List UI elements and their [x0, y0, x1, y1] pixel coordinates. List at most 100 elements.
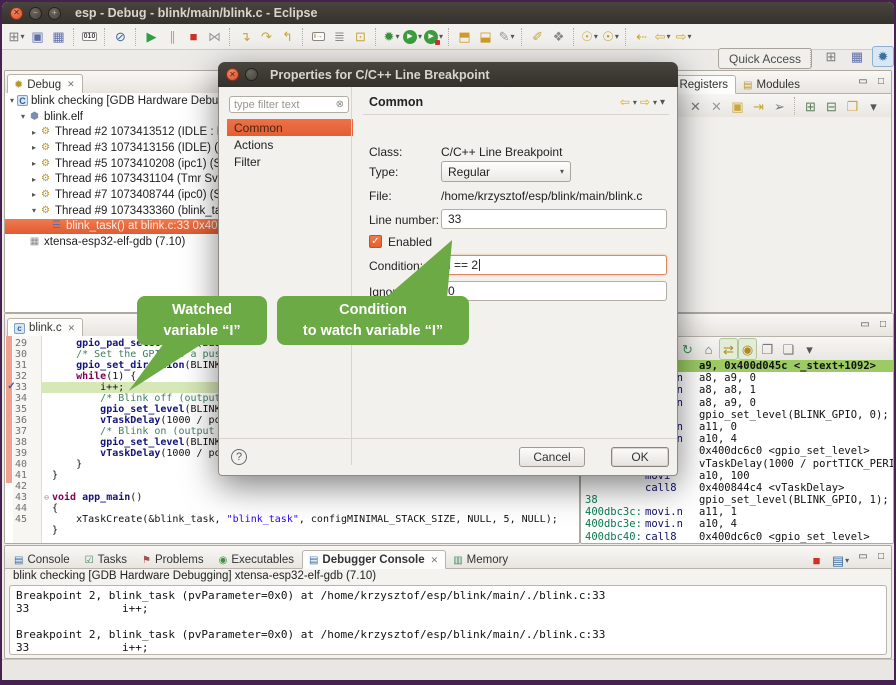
add-register-group-icon[interactable]: ▣: [727, 95, 748, 117]
highlight-icon[interactable]: ✐: [527, 26, 548, 48]
chevron-down-icon[interactable]: ▾: [666, 32, 670, 41]
minimize-icon[interactable]: ▭: [858, 317, 872, 331]
marker-icon[interactable]: ✎▾: [496, 26, 517, 48]
tab-debugger-console[interactable]: ▤Debugger Console✕: [302, 550, 446, 569]
last-edit-icon[interactable]: ⇠: [631, 26, 652, 48]
layout-2-icon[interactable]: ❏: [778, 338, 799, 360]
tab-memory[interactable]: ▥Memory: [446, 550, 516, 569]
chevron-down-icon[interactable]: ▾: [653, 98, 657, 107]
twistie-icon[interactable]: ▾: [7, 96, 17, 105]
twistie-icon[interactable]: ▾: [18, 112, 28, 121]
open-type-icon[interactable]: ☉▾: [579, 26, 600, 48]
open-project-icon[interactable]: ⬓: [475, 26, 496, 48]
debug-tree-row[interactable]: ▦xtensa-esp32-elf-gdb (7.10): [5, 234, 231, 250]
save-all-icon[interactable]: ▦: [48, 26, 69, 48]
ok-button[interactable]: OK: [611, 447, 669, 467]
collapse-all-icon[interactable]: ⊟: [821, 95, 842, 117]
external-tools-icon[interactable]: ▶▾: [423, 26, 444, 48]
disassembly-line[interactable]: call80x400844c4 <vTaskDelay>: [581, 482, 893, 494]
skip-all-breakpoints-icon[interactable]: ⊘: [110, 26, 131, 48]
maximize-icon[interactable]: +: [48, 7, 61, 20]
debug-launch-icon[interactable]: ✹▾: [381, 26, 402, 48]
tab-debug[interactable]: ✹ Debug ✕: [7, 74, 83, 94]
binary-view-icon[interactable]: 010: [79, 26, 100, 48]
track-expression-icon[interactable]: ◉: [738, 338, 757, 360]
tab-tasks[interactable]: ☑Tasks: [78, 550, 135, 569]
disassembly-line[interactable]: 38gpio_set_level(BLINK_GPIO, 1);: [581, 494, 893, 506]
minimize-icon[interactable]: [245, 68, 258, 81]
chevron-down-icon[interactable]: ▾: [633, 98, 637, 107]
breakpoint-icon[interactable]: ✓: [5, 381, 18, 393]
layout-1-icon[interactable]: ❐: [757, 338, 778, 360]
code-line[interactable]: 45 xTaskCreate(&blink_task, "blink_task"…: [13, 514, 579, 525]
remove-selected-icon[interactable]: ✕: [685, 95, 706, 117]
debug-tree-row[interactable]: ▾⬢blink.elf: [5, 109, 231, 125]
dialog-nav-actions[interactable]: Actions: [227, 136, 353, 153]
debug-tree-row[interactable]: ▸⚙Thread #5 1073410208 (ipc1) (Susp: [5, 156, 231, 172]
minimize-icon[interactable]: −: [29, 7, 42, 20]
twistie-icon[interactable]: ▸: [29, 159, 39, 168]
debug-tree-row[interactable]: ▸⚙Thread #2 1073413512 (IDLE : Runn: [5, 124, 231, 140]
debug-tree-row[interactable]: ▸⚙Thread #6 1073431104 (Tmr Svc) (S: [5, 171, 231, 187]
tab-modules[interactable]: ▤Modules: [736, 75, 808, 94]
chevron-down-icon[interactable]: ▾: [615, 32, 619, 41]
twistie-icon[interactable]: ▸: [29, 190, 39, 199]
twistie-icon[interactable]: ▸: [29, 128, 39, 137]
new-wizard-icon[interactable]: ⊞▾: [6, 26, 27, 48]
debug-tree-row[interactable]: ▸⚙Thread #3 1073413156 (IDLE) (Susp: [5, 140, 231, 156]
console-output[interactable]: Breakpoint 2, blink_task (pvParameter=0x…: [9, 585, 887, 655]
back-icon[interactable]: ⇦▾: [652, 26, 673, 48]
dialog-nav-filter[interactable]: Filter: [227, 153, 353, 170]
chevron-down-icon[interactable]: ▾: [687, 32, 691, 41]
tab-blink-c[interactable]: c blink.c ✕: [7, 318, 83, 337]
twistie-icon[interactable]: ▸: [29, 175, 39, 184]
open-perspective-icon[interactable]: ⊞: [820, 46, 842, 67]
close-icon[interactable]: ✕: [68, 323, 76, 334]
disassembly-line[interactable]: 400dbc3e:movi.na10, 4: [581, 518, 893, 530]
minimize-icon[interactable]: ▭: [856, 549, 870, 563]
code-line[interactable]: 44{: [13, 503, 579, 514]
type-dropdown[interactable]: Regular ▾: [441, 161, 571, 182]
debug-tree-row[interactable]: ▾⚙Thread #9 1073433360 (blink_task: [5, 203, 231, 219]
save-icon[interactable]: ▣: [27, 26, 48, 48]
close-icon[interactable]: ✕: [10, 7, 23, 20]
twistie-icon[interactable]: ▸: [29, 143, 39, 152]
instruction-stepping-icon[interactable]: i→: [308, 26, 329, 48]
step-into-icon[interactable]: ↴: [235, 26, 256, 48]
chevron-down-icon[interactable]: ▾: [845, 556, 849, 565]
disassembly-line[interactable]: 400dbc40:call80x400dc6c0 <gpio_set_level…: [581, 531, 893, 543]
debug-tree-row[interactable]: ▾Cblink checking [GDB Hardware Debug: [5, 93, 231, 109]
forward-icon[interactable]: ⇨▾: [673, 26, 694, 48]
forward-icon[interactable]: ⇨: [640, 95, 650, 109]
twistie-icon[interactable]: ▾: [29, 206, 39, 215]
step-return-icon[interactable]: ↰: [277, 26, 298, 48]
cancel-button[interactable]: Cancel: [519, 447, 585, 467]
disconnect-icon[interactable]: ⋈: [204, 26, 225, 48]
chevron-down-icon[interactable]: ▾: [594, 32, 598, 41]
debug-tree-row[interactable]: ▸⚙Thread #7 1073408744 (ipc0) (Susp: [5, 187, 231, 203]
chevron-down-icon[interactable]: ▾: [20, 32, 24, 41]
trace-icon[interactable]: ⊡: [350, 26, 371, 48]
open-console-icon[interactable]: ▤▾: [830, 549, 851, 571]
toggle-mark-icon[interactable]: ❖: [548, 26, 569, 48]
maximize-icon[interactable]: □: [874, 549, 888, 563]
step-over-icon[interactable]: ↷: [256, 26, 277, 48]
cpp-perspective-icon[interactable]: ▦: [846, 46, 868, 67]
close-icon[interactable]: ✕: [67, 79, 75, 90]
tab-problems[interactable]: ⚑Problems: [135, 550, 212, 569]
open-folder-icon[interactable]: ⬒: [454, 26, 475, 48]
debug-tree-row[interactable]: ☰blink_task() at blink.c:33 0x400db: [5, 219, 231, 235]
select-pointer-icon[interactable]: ➢: [769, 95, 790, 117]
tab-console[interactable]: ▤Console: [7, 550, 78, 569]
run-launch-icon[interactable]: ▶▾: [402, 26, 423, 48]
home-icon[interactable]: ⌂: [698, 338, 719, 360]
remove-all-icon[interactable]: ✕: [706, 95, 727, 117]
enabled-checkbox[interactable]: ✓: [369, 235, 382, 248]
sync-selection-icon[interactable]: ⇄: [719, 338, 738, 360]
quick-access-button[interactable]: Quick Access: [718, 48, 812, 69]
clear-filter-icon[interactable]: ⊗: [336, 99, 344, 110]
view-menu-icon[interactable]: ▾: [799, 338, 820, 360]
filter-input[interactable]: type filter text ⊗: [229, 96, 349, 113]
expand-all-icon[interactable]: ⊞: [800, 95, 821, 117]
chevron-down-icon[interactable]: ▾: [418, 32, 422, 41]
